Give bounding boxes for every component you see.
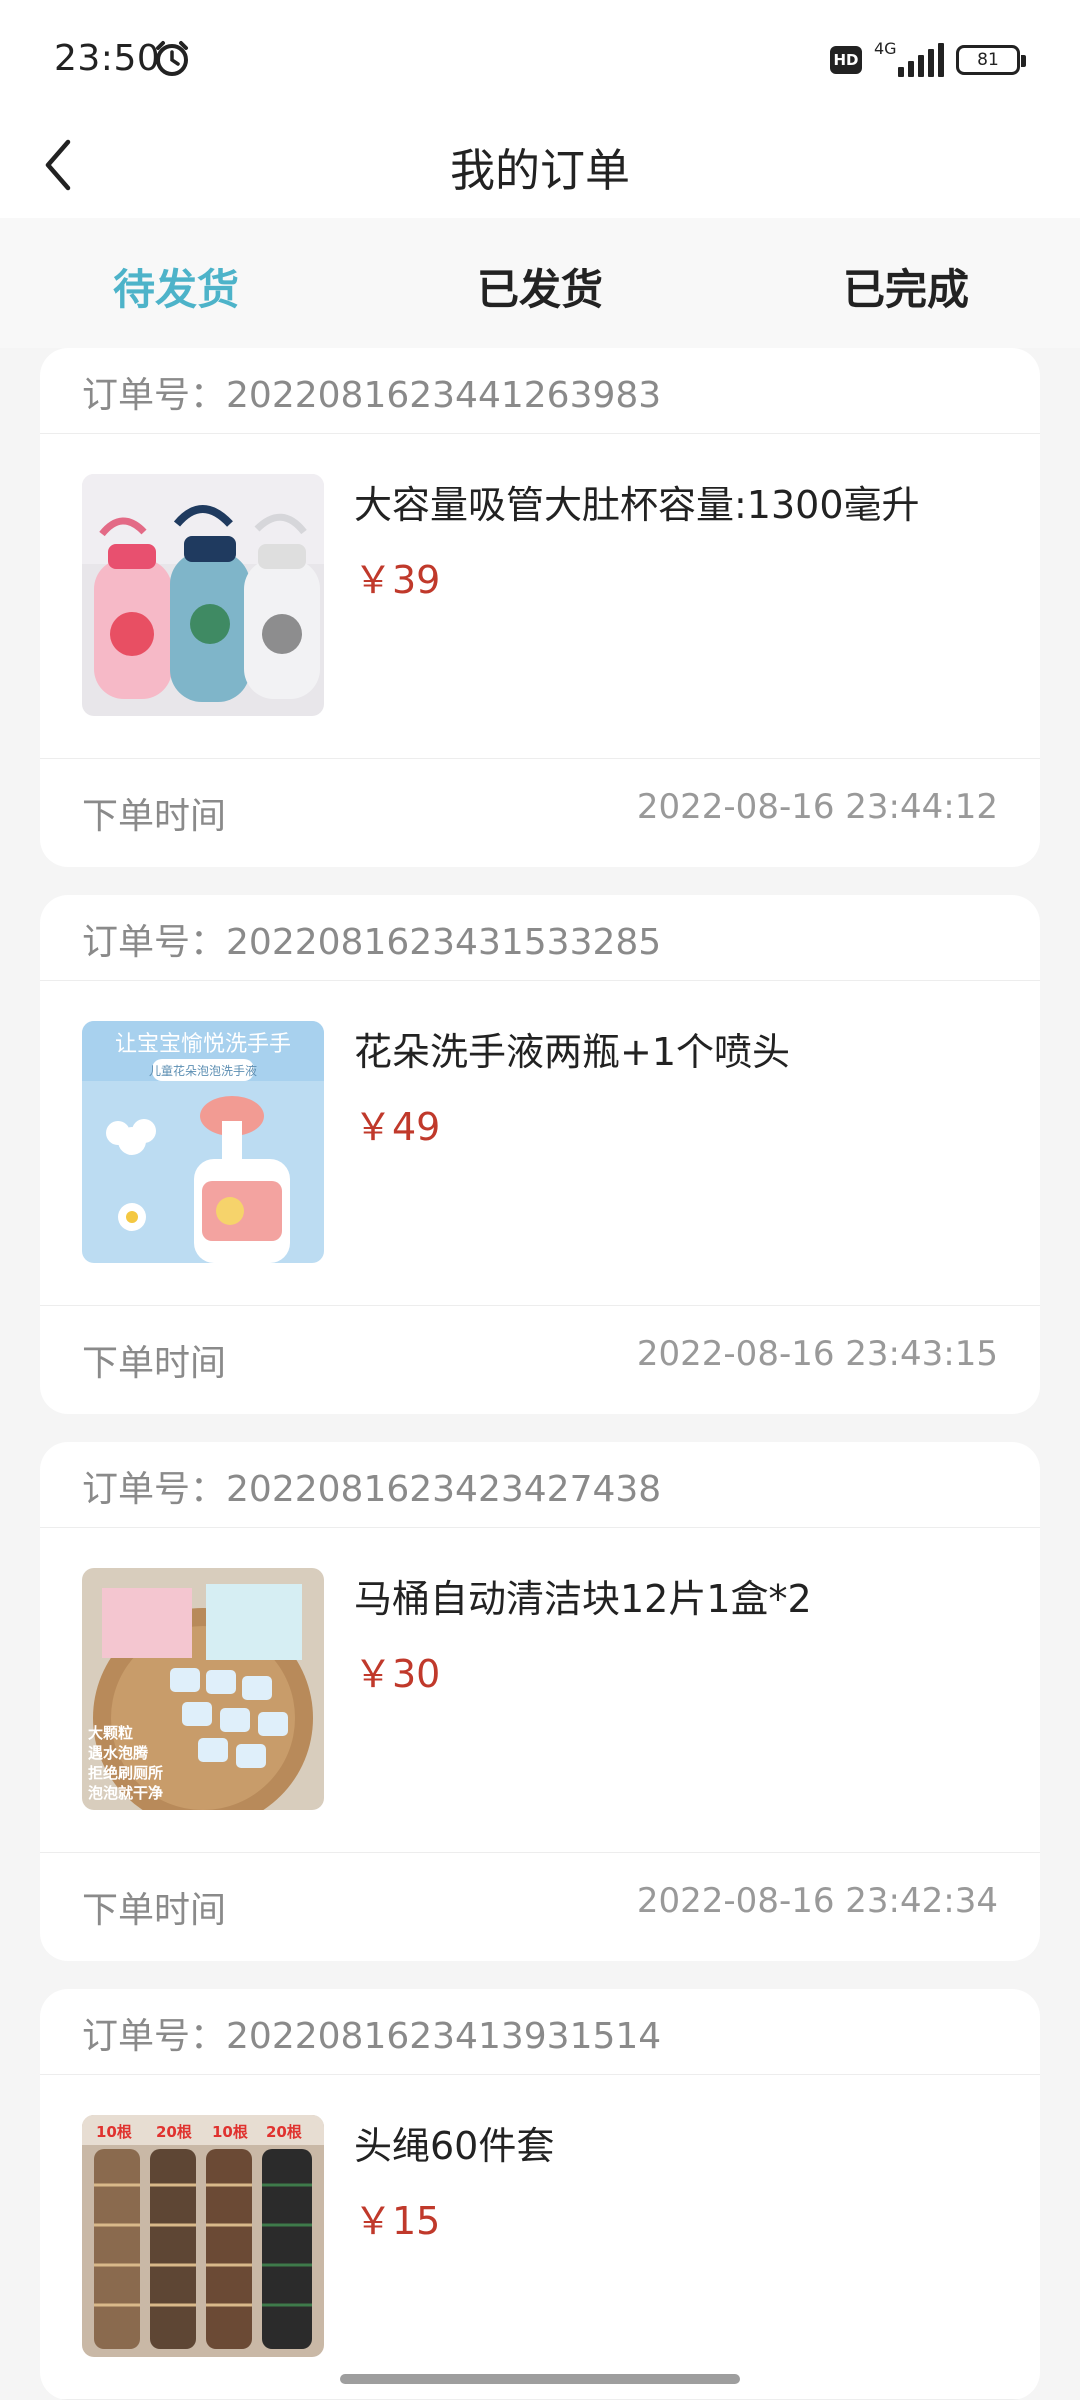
order-time-label: 下单时间	[82, 796, 227, 837]
order-product[interactable]: 10根 20根 10根 20根 头绳60件套 ￥15	[40, 2075, 1040, 2400]
order-number-label: 订单号：	[82, 2016, 227, 2057]
order-time-label: 下单时间	[82, 1343, 227, 1384]
image-caption: 拒绝刷厕所	[88, 1764, 163, 1782]
image-caption: 泡泡就干净	[88, 1784, 163, 1802]
order-card[interactable]: 订单号：2022081623431533285 让宝宝愉悦洗手手 儿童花朵泡泡洗…	[40, 895, 1040, 1414]
battery-icon: 81	[956, 45, 1026, 75]
order-card[interactable]: 订单号：2022081623423427438 大颗粒 遇水泡腾 拒绝刷厕所 泡…	[40, 1442, 1040, 1961]
status-time: 23:50	[54, 38, 161, 79]
alarm-icon	[156, 41, 188, 76]
image-caption: 遇水泡腾	[88, 1744, 149, 1762]
product-image-water-bottles	[82, 474, 324, 716]
tab-pending-shipment[interactable]: 待发货	[76, 256, 276, 317]
product-price: ￥30	[354, 1652, 441, 1696]
status-bar: 23:50 HD 4G 81	[0, 0, 1080, 110]
signal-icon: 4G	[874, 39, 944, 79]
product-name: 大容量吸管大肚杯容量:1300毫升	[354, 483, 920, 527]
order-card[interactable]: 订单号：2022081623441263983 大容量吸管大肚杯容量:1300毫…	[40, 348, 1040, 867]
order-time: 2022-08-16 23:43:15	[636, 1334, 998, 1374]
image-caption: 20根	[156, 2123, 192, 2141]
order-time-row: 下单时间 2022-08-16 23:42:34	[40, 1853, 1040, 1961]
order-number: 2022081623431533285	[226, 922, 662, 963]
order-status-tabs: 待发货 已发货 已完成	[0, 218, 1080, 348]
product-name: 马桶自动清洁块12片1盒*2	[354, 1577, 812, 1621]
order-number-label: 订单号：	[82, 375, 227, 416]
product-name: 头绳60件套	[354, 2124, 555, 2168]
product-name: 花朵洗手液两瓶+1个喷头	[354, 1030, 791, 1074]
order-number-row: 订单号：2022081623441263983	[40, 348, 1040, 434]
image-caption: 让宝宝愉悦洗手手	[115, 1032, 291, 1057]
order-number: 2022081623413931514	[226, 2016, 662, 2057]
tab-shipped[interactable]: 已发货	[440, 256, 640, 317]
nav-bar: 我的订单	[0, 110, 1080, 218]
tab-completed[interactable]: 已完成	[806, 256, 1006, 317]
order-product[interactable]: 大颗粒 遇水泡腾 拒绝刷厕所 泡泡就干净 马桶自动清洁块12片1盒*2 ￥30	[40, 1528, 1040, 1853]
order-number-row: 订单号：2022081623423427438	[40, 1442, 1040, 1528]
order-time-row: 下单时间 2022-08-16 23:43:15	[40, 1306, 1040, 1414]
order-product[interactable]: 让宝宝愉悦洗手手 儿童花朵泡泡洗手液 花朵洗手液两瓶+1个喷头 ￥49	[40, 981, 1040, 1306]
order-number-row: 订单号：2022081623431533285	[40, 895, 1040, 981]
hd-badge: HD	[830, 46, 862, 74]
image-caption: 大颗粒	[88, 1724, 133, 1742]
product-price: ￥39	[354, 558, 441, 602]
status-indicators: HD 4G 81	[830, 39, 1026, 80]
order-product[interactable]: 大容量吸管大肚杯容量:1300毫升 ￥39	[40, 434, 1040, 759]
image-caption: 儿童花朵泡泡洗手液	[149, 1063, 257, 1078]
order-number-label: 订单号：	[82, 1469, 227, 1510]
image-caption: 20根	[266, 2123, 302, 2141]
battery-level: 81	[977, 50, 999, 70]
order-time-label: 下单时间	[82, 1890, 227, 1931]
order-number-label: 订单号：	[82, 922, 227, 963]
network-type: 4G	[874, 39, 897, 58]
order-time-row: 下单时间 2022-08-16 23:44:12	[40, 759, 1040, 867]
product-price: ￥15	[354, 2199, 441, 2243]
order-number-row: 订单号：2022081623413931514	[40, 1989, 1040, 2075]
image-caption: 10根	[96, 2123, 132, 2141]
order-card[interactable]: 订单号：2022081623413931514 10根 20根 10根 20根	[40, 1989, 1040, 2400]
home-indicator[interactable]	[340, 2374, 740, 2384]
order-list: 订单号：2022081623441263983 大容量吸管大肚杯容量:1300毫…	[40, 348, 1040, 2400]
page-title: 我的订单	[449, 144, 630, 197]
product-price: ￥49	[354, 1105, 441, 1149]
product-image-hair-ties: 10根 20根 10根 20根	[82, 2115, 324, 2357]
product-image-toilet-cleaner: 大颗粒 遇水泡腾 拒绝刷厕所 泡泡就干净	[82, 1568, 324, 1810]
order-number: 2022081623423427438	[226, 1469, 662, 1510]
image-caption: 10根	[212, 2123, 248, 2141]
order-time: 2022-08-16 23:42:34	[636, 1881, 998, 1921]
order-number: 2022081623441263983	[226, 375, 662, 416]
order-time: 2022-08-16 23:44:12	[636, 787, 998, 827]
product-image-hand-wash: 让宝宝愉悦洗手手 儿童花朵泡泡洗手液	[82, 1021, 324, 1263]
